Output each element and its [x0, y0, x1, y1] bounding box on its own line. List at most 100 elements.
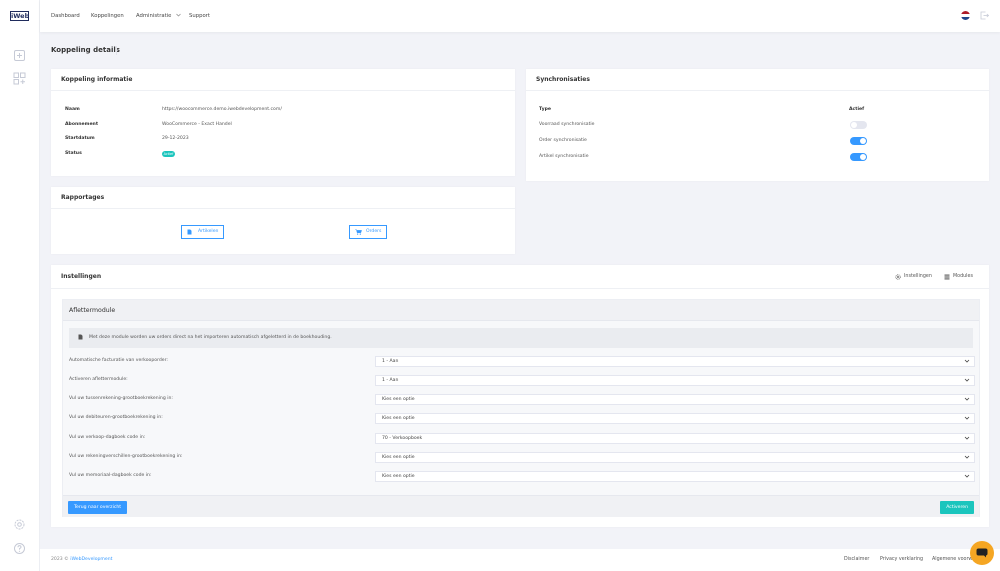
nav-dashboard[interactable]: Dashboard	[51, 13, 80, 19]
list-icon	[944, 274, 950, 280]
sync-card-title: Synchronisaties	[526, 69, 989, 91]
footer: 2023 © iWebDevelopment Disclaimer Privac…	[40, 549, 1000, 571]
info-value-abonnement: WooCommerce - Exact Handel	[162, 122, 232, 127]
tussenrekening-select-value: Kies een optie	[382, 397, 415, 402]
page-title: Koppeling details	[51, 46, 120, 54]
artikelen-report-button[interactable]: Artikelen	[181, 225, 225, 239]
field-label-rekeningverschillen: Vul uw rekeningverschillen-grootboekreke…	[69, 454, 183, 459]
voorraad-sync-toggle[interactable]	[850, 121, 867, 129]
activeren-select[interactable]: 1 - Aan	[375, 375, 975, 386]
sync-col-active: Actief	[849, 107, 865, 112]
verkoop-dagboek-select[interactable]: 70 - Verkoopboek	[375, 433, 975, 444]
nav-koppelingen[interactable]: Koppelingen	[91, 13, 124, 19]
rekeningverschillen-select-value: Kies een optie	[382, 455, 415, 460]
status-badge: Actief	[162, 151, 175, 157]
gear-icon	[895, 274, 901, 280]
info-value-startdatum: 29-12-2023	[162, 136, 189, 141]
logo[interactable]: iWeb	[10, 11, 29, 21]
footer-link-disclaimer[interactable]: Disclaimer	[844, 557, 869, 562]
module-title: Aflettermodule	[63, 300, 979, 321]
company-link[interactable]: iWebDevelopment	[70, 557, 112, 562]
cart-icon	[355, 229, 362, 235]
copyright: 2023 © iWebDevelopment	[51, 557, 112, 562]
module-info-text: Met deze module worden uw orders direct …	[89, 335, 332, 340]
field-label-activeren: Activeren aflettermodule:	[69, 377, 128, 382]
info-card-title: Koppeling informatie	[51, 69, 515, 91]
chevron-down-icon	[964, 378, 970, 382]
reports-card-title: Rapportages	[51, 187, 515, 209]
info-label-startdatum: Startdatum	[65, 136, 95, 141]
help-icon[interactable]	[13, 542, 26, 555]
reports-card: Rapportages	[51, 187, 515, 254]
info-card: Koppeling informatie Naam https://woocom…	[51, 69, 515, 176]
info-label-naam: Naam	[65, 107, 80, 112]
toggle-knob	[851, 122, 857, 128]
chevron-down-icon	[964, 455, 970, 459]
back-to-overview-button[interactable]: Terug naar overzicht	[68, 501, 128, 514]
footer-link-privacy[interactable]: Privacy verklaring	[880, 557, 923, 562]
nav-administratie-label: Administratie	[136, 13, 172, 19]
info-label-status: Status	[65, 151, 82, 156]
tussenrekening-select[interactable]: Kies een optie	[375, 394, 975, 405]
logout-icon[interactable]	[980, 11, 989, 20]
verkoop-dagboek-select-value: 70 - Verkoopboek	[382, 436, 423, 441]
chevron-down-icon	[964, 436, 970, 440]
instellingen-tool-button[interactable]: Instellingen	[895, 271, 932, 282]
aflettermodule-panel: Aflettermodule Met deze module worden uw…	[62, 299, 980, 517]
artikel-sync-toggle[interactable]	[850, 153, 867, 161]
footer-link-terms[interactable]: Algemene voorw...	[932, 557, 977, 562]
dutch-flag-icon[interactable]	[961, 11, 970, 20]
settings-card: Instellingen Aflettermodule Met deze mod…	[51, 265, 989, 527]
activate-button[interactable]: Activeren	[940, 501, 974, 514]
field-label-verkoop-dagboek: Vul uw verkoop-dagboek code in:	[69, 435, 146, 440]
field-label-tussenrekening: Vul uw tussenrekening-grootboekrekening …	[69, 396, 173, 401]
sync-label-voorraad: Voorraad synchronisatie	[539, 122, 595, 127]
orders-report-button[interactable]: Orders	[349, 225, 388, 239]
field-label-debiteuren: Vul uw debiteuren-grootboekrekening in:	[69, 415, 163, 420]
chevron-down-icon	[964, 474, 970, 478]
instellingen-tool-label: Instellingen	[904, 274, 932, 279]
orders-report-label: Orders	[366, 229, 382, 234]
order-sync-toggle[interactable]	[850, 137, 867, 145]
toggle-knob	[860, 154, 866, 160]
nav-support[interactable]: Support	[189, 13, 210, 19]
toggle-knob	[860, 138, 866, 144]
copyright-year: 2023 ©	[51, 557, 69, 562]
modules-tool-button[interactable]: Modules	[944, 271, 973, 282]
field-label-facturatie: Automatische facturatie van verkooporder…	[69, 358, 168, 363]
rekeningverschillen-select[interactable]: Kies een optie	[375, 452, 975, 463]
module-footer: Terug naar overzicht Activeren	[63, 495, 979, 517]
document-icon	[187, 229, 192, 235]
sync-col-type: Type	[539, 107, 551, 112]
modules-tool-label: Modules	[953, 274, 973, 279]
memoriaal-select-value: Kies een optie	[382, 474, 415, 479]
settings-icon[interactable]	[13, 518, 26, 531]
top-bar: Dashboard Koppelingen Administratie Supp…	[40, 0, 1000, 32]
chat-widget-button[interactable]	[970, 541, 994, 565]
memoriaal-select[interactable]: Kies een optie	[375, 471, 975, 482]
chevron-down-icon	[964, 359, 970, 363]
field-label-memoriaal: Vul uw memoriaal-dagboek code in:	[69, 473, 152, 478]
settings-card-title: Instellingen	[51, 265, 989, 289]
title-separator	[116, 46, 117, 55]
sync-label-order: Order synchronisatie	[539, 138, 587, 143]
info-label-abonnement: Abonnement	[65, 122, 99, 127]
info-value-naam: https://woocommerce.demo.iwebdevelopment…	[162, 107, 282, 112]
plus-square-icon[interactable]	[13, 49, 26, 62]
facturatie-select-value: 1 - Aan	[382, 359, 399, 364]
module-info-alert: Met deze module worden uw orders direct …	[69, 328, 973, 348]
add-widget-icon[interactable]	[13, 72, 26, 85]
activeren-select-value: 1 - Aan	[382, 378, 399, 383]
chevron-down-icon	[964, 416, 970, 420]
chevron-down-icon	[176, 13, 181, 17]
facturatie-select[interactable]: 1 - Aan	[375, 356, 975, 367]
sidebar: iWeb	[0, 0, 40, 571]
chat-icon	[976, 548, 988, 558]
chevron-down-icon	[964, 397, 970, 401]
debiteuren-select-value: Kies een optie	[382, 416, 415, 421]
document-icon	[78, 334, 83, 340]
sync-label-artikel: Artikel synchronisatie	[539, 154, 589, 159]
sync-card: Synchronisaties Type Actief Voorraad syn…	[526, 69, 989, 181]
debiteuren-select[interactable]: Kies een optie	[375, 413, 975, 424]
nav-administratie[interactable]: Administratie	[136, 13, 181, 19]
